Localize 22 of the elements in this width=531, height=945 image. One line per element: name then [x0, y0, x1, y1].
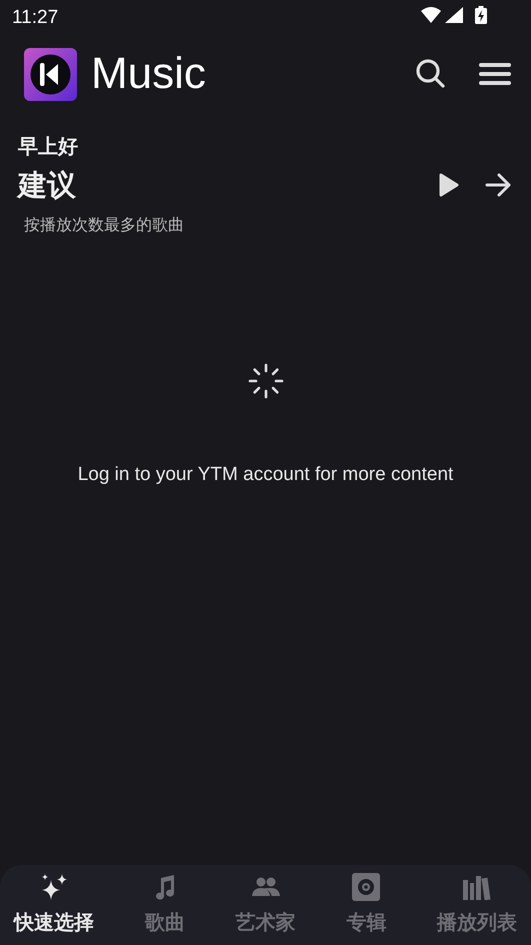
greeting-text: 早上好 [17, 133, 79, 158]
app-name: Music [91, 52, 206, 96]
battery-icon [475, 6, 487, 24]
nav-tab[interactable]: 歌曲 [140, 871, 189, 945]
login-message: Log in to your YTM account for more content [76, 462, 454, 487]
nav-tab[interactable]: 专辑 [342, 871, 390, 945]
nav-tab[interactable]: 艺术家 [232, 871, 300, 945]
section-title: 建议 [18, 168, 76, 203]
signal-icon [445, 7, 463, 23]
nav-tab[interactable]: 快速选择 [10, 871, 98, 945]
menu-button[interactable] [479, 62, 511, 86]
wifi-icon [421, 7, 441, 23]
arrow-forward-button[interactable] [485, 173, 511, 198]
people-icon [252, 876, 280, 898]
search-button[interactable] [415, 58, 447, 90]
album-icon [352, 873, 380, 901]
app-logo-icon [24, 48, 77, 100]
status-time: 11:27 [12, 6, 58, 30]
section-subtitle: 按播放次数最多的歌曲 [23, 214, 185, 236]
play-button[interactable] [439, 173, 459, 198]
library-icon [463, 874, 491, 900]
nav-tab[interactable]: 播放列表 [433, 871, 521, 945]
